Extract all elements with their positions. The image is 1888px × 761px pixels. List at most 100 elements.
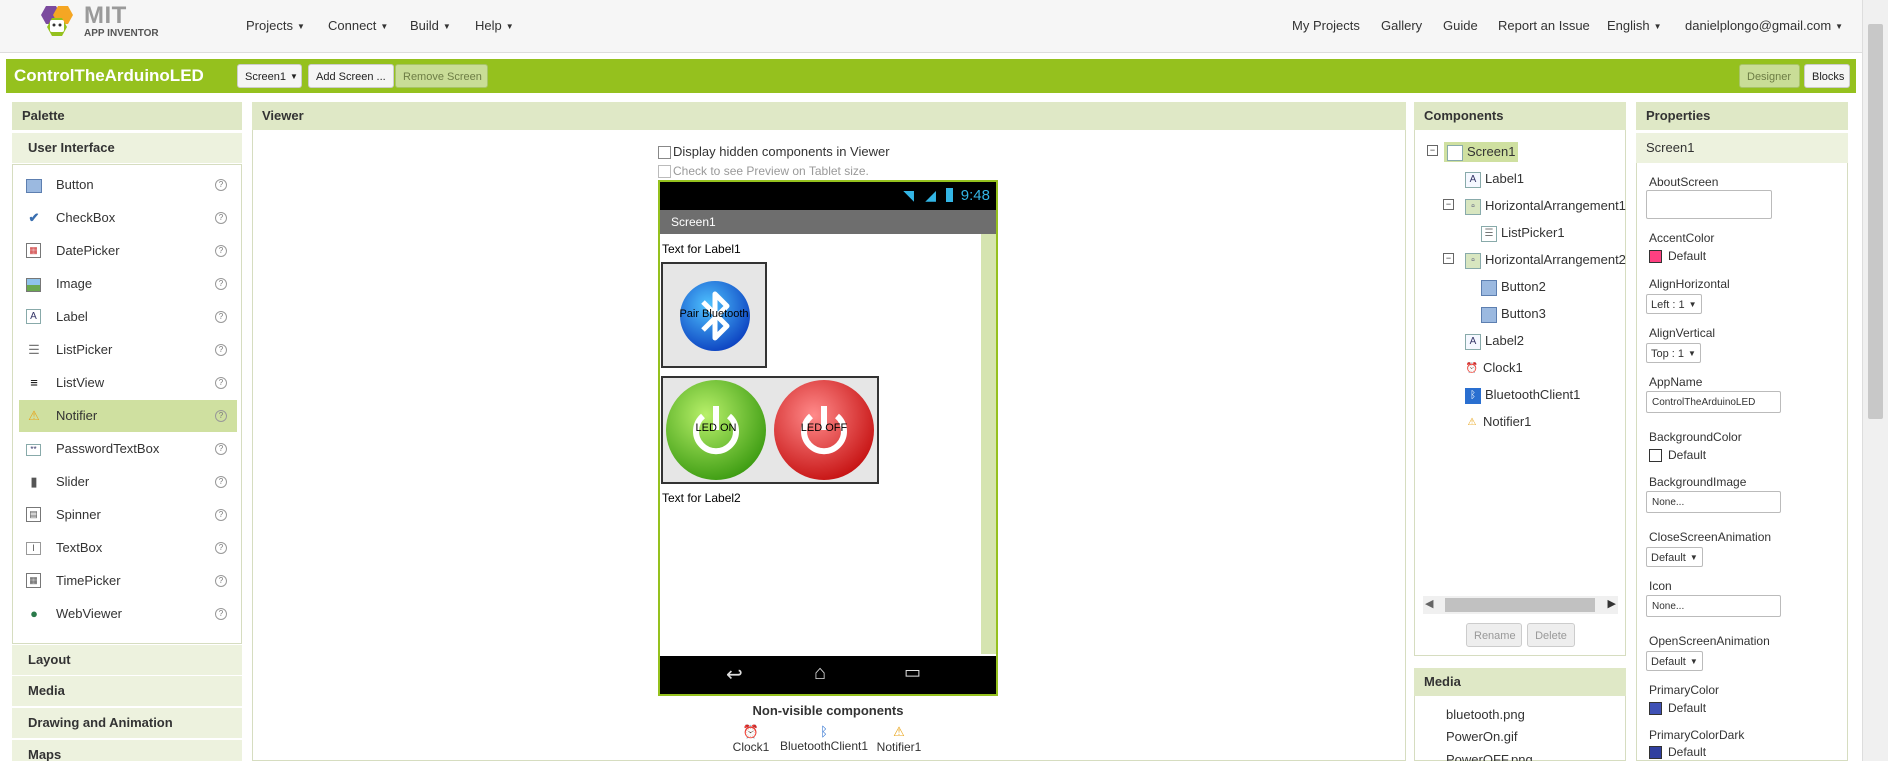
app-inventor-logo-icon[interactable] [36,4,78,40]
alignvertical-select[interactable]: Top : 1 ▼ [1646,343,1701,363]
tree-bluetoothclient1[interactable]: ᛒ BluetoothClient1 [1465,385,1580,405]
menu-help[interactable]: Help ▼ [475,18,514,33]
tree-label1[interactable]: A Label1 [1465,169,1524,189]
palette-item-timepicker[interactable]: ▦ TimePicker? [19,565,237,597]
label1-preview[interactable]: Text for Label1 [662,242,741,256]
page-scrollbar[interactable] [1862,0,1888,761]
menu-build[interactable]: Build ▼ [410,18,451,33]
palette-item-button[interactable]: Button? [19,169,237,201]
hscrollbar-thumb[interactable] [1445,598,1595,612]
delete-button[interactable]: Delete [1527,623,1575,647]
primarycolor-swatch[interactable] [1649,702,1662,715]
led-on-button-preview[interactable]: LED ON [663,378,769,482]
tree-screen1[interactable]: Screen1 [1444,142,1519,162]
palette-item-datepicker[interactable]: ▦ DatePicker? [19,235,237,267]
backgroundcolor-swatch[interactable] [1649,449,1662,462]
tree-clock1[interactable]: ⏰ Clock1 [1465,358,1523,378]
nav-gallery[interactable]: Gallery [1381,18,1422,33]
tablet-preview-checkbox[interactable] [658,165,671,179]
palette-item-passwordtextbox[interactable]: ** PasswordTextBox? [19,433,237,465]
primarycolordark-value[interactable]: Default [1668,745,1706,759]
screen-select[interactable]: Screen1 ▼ [237,64,302,88]
nav-account[interactable]: danielplongo@gmail.com ▼ [1685,18,1843,33]
tablet-preview-toggle[interactable]: Check to see Preview on Tablet size. [658,164,869,179]
palette-category-layout[interactable]: Layout [12,645,242,675]
add-screen-button[interactable]: Add Screen ... [308,64,394,88]
palette-category-user-interface[interactable]: User Interface [12,133,242,163]
palette-item-webviewer[interactable]: ● WebViewer? [19,598,237,630]
tree-horizontalarrangement1[interactable]: ▫ HorizontalArrangement1 [1465,196,1626,216]
tree-horizontalarrangement2[interactable]: ▫ HorizontalArrangement2 [1465,250,1626,270]
nav-language[interactable]: English ▼ [1607,18,1662,33]
nonvisible-notifier[interactable]: ⚠ Notifier1 [874,724,924,754]
accentcolor-swatch[interactable] [1649,250,1662,263]
help-icon[interactable]: ? [215,410,227,422]
help-icon[interactable]: ? [215,575,227,587]
tree-listpicker1[interactable]: ☰ ListPicker1 [1481,223,1565,243]
menu-connect[interactable]: Connect ▼ [328,18,388,33]
palette-item-slider[interactable]: ▮ Slider? [19,466,237,498]
primarycolordark-swatch[interactable] [1649,746,1662,759]
hidden-components-checkbox[interactable] [658,146,671,160]
palette-item-spinner[interactable]: ▤ Spinner? [19,499,237,531]
help-icon[interactable]: ? [215,344,227,356]
help-icon[interactable]: ? [215,443,227,455]
media-file[interactable]: bluetooth.png [1446,707,1525,722]
palette-item-label[interactable]: A Label? [19,301,237,333]
nav-report-issue[interactable]: Report an Issue [1498,18,1590,33]
scroll-right-icon[interactable]: ▶ [1608,597,1616,610]
help-icon[interactable]: ? [215,212,227,224]
nav-guide[interactable]: Guide [1443,18,1478,33]
media-file[interactable]: PowerOFF.png [1446,751,1533,761]
icon-picker[interactable]: None... [1646,595,1781,617]
tree-button2[interactable]: Button2 [1481,277,1546,297]
openscreenanimation-select[interactable]: Default ▼ [1646,651,1703,671]
closescreenanimation-select[interactable]: Default ▼ [1646,547,1703,567]
palette-item-checkbox[interactable]: ✔ CheckBox? [19,202,237,234]
help-icon[interactable]: ? [215,608,227,620]
nav-my-projects[interactable]: My Projects [1292,18,1360,33]
remove-screen-button[interactable]: Remove Screen [395,64,488,88]
alignhorizontal-select[interactable]: Left : 1 ▼ [1646,294,1702,314]
accentcolor-value[interactable]: Default [1668,249,1706,263]
tree-button3[interactable]: Button3 [1481,304,1546,324]
palette-item-textbox[interactable]: I TextBox? [19,532,237,564]
palette-item-notifier[interactable]: ⚠ Notifier? [19,400,237,432]
designer-button[interactable]: Designer [1739,64,1800,88]
menu-projects[interactable]: Projects ▼ [246,18,305,33]
help-icon[interactable]: ? [215,179,227,191]
collapse-screen1-icon[interactable]: − [1427,145,1438,156]
help-icon[interactable]: ? [215,476,227,488]
aboutscreen-textarea[interactable] [1646,190,1772,219]
help-icon[interactable]: ? [215,311,227,323]
palette-item-listview[interactable]: ≡ ListView? [19,367,237,399]
help-icon[interactable]: ? [215,542,227,554]
collapse-ha2-icon[interactable]: − [1443,253,1454,264]
backgroundcolor-value[interactable]: Default [1668,448,1706,462]
scrollbar-thumb[interactable] [1868,24,1883,419]
blocks-button[interactable]: Blocks [1804,64,1850,88]
rename-button[interactable]: Rename [1466,623,1522,647]
scroll-left-icon[interactable]: ◀ [1425,597,1433,610]
help-icon[interactable]: ? [215,509,227,521]
primarycolor-value[interactable]: Default [1668,701,1706,715]
components-hscrollbar[interactable]: ◀ ▶ [1423,596,1618,614]
help-icon[interactable]: ? [215,245,227,257]
palette-item-image[interactable]: Image? [19,268,237,300]
palette-category-maps[interactable]: Maps [12,740,242,761]
label2-preview[interactable]: Text for Label2 [662,491,741,505]
palette-category-drawing-animation[interactable]: Drawing and Animation [12,708,242,738]
help-icon[interactable]: ? [215,377,227,389]
tree-notifier1[interactable]: ⚠ Notifier1 [1465,412,1532,432]
media-file[interactable]: PowerOn.gif [1446,729,1518,744]
led-off-button-preview[interactable]: LED OFF [771,378,877,482]
backgroundimage-picker[interactable]: None... [1646,491,1781,513]
help-icon[interactable]: ? [215,278,227,290]
hidden-components-toggle[interactable]: Display hidden components in Viewer [658,144,890,160]
bluetooth-button-preview[interactable]: Pair Bluetooth [661,262,767,368]
palette-category-media[interactable]: Media [12,676,242,706]
nonvisible-clock[interactable]: ⏰ Clock1 [733,724,770,754]
appname-input[interactable]: ControlTheArduinoLED [1646,391,1781,413]
collapse-ha1-icon[interactable]: − [1443,199,1454,210]
nonvisible-bluetooth[interactable]: ᛒ BluetoothClient1 [778,724,870,753]
